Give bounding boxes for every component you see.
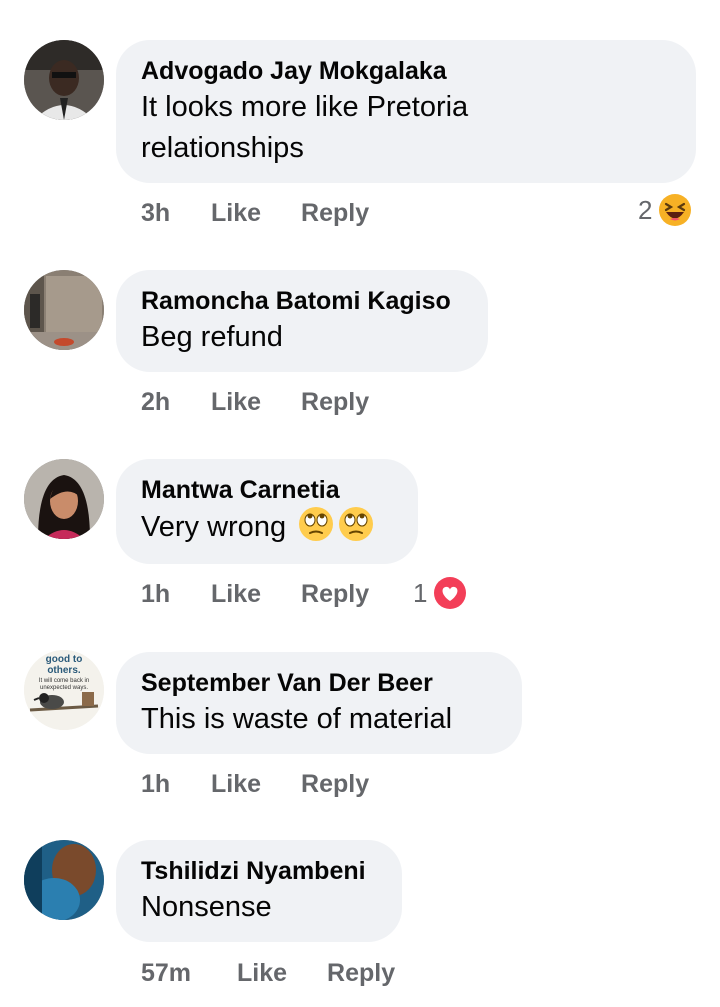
comment-text-line: It looks more like Pretoria — [141, 91, 469, 123]
timestamp[interactable]: 2h — [141, 388, 211, 417]
commenter-name[interactable]: Advogado Jay Mokgalaka — [141, 56, 672, 86]
timestamp[interactable]: 3h — [141, 199, 211, 228]
avatar-caption: others. — [47, 665, 81, 676]
reaction-summary[interactable]: 1 — [413, 576, 467, 610]
avatar-photo — [24, 840, 104, 920]
reaction-count: 1 — [413, 577, 428, 608]
love-heart-icon — [434, 577, 467, 609]
reply-button[interactable]: Reply — [301, 388, 369, 417]
avatar-caption: good to — [46, 654, 83, 665]
timestamp[interactable]: 1h — [141, 770, 211, 799]
commenter-name[interactable]: Mantwa Carnetia — [141, 475, 394, 505]
avatar-photo — [24, 40, 104, 120]
like-button[interactable]: Like — [211, 770, 261, 799]
comment-bubble: Tshilidzi Nyambeni Nonsense — [116, 840, 402, 942]
commenter-name[interactable]: Tshilidzi Nyambeni — [141, 856, 378, 886]
avatar[interactable] — [24, 459, 104, 539]
like-button[interactable]: Like — [211, 388, 261, 417]
avatar-photo — [24, 270, 104, 350]
comment-actions: 57m Like Reply — [141, 956, 395, 990]
avatar[interactable] — [24, 270, 104, 350]
avatar-photo — [24, 459, 104, 539]
eye-roll-emoji — [299, 507, 334, 541]
avatar-caption: It will come back in — [39, 678, 89, 684]
commenter-name[interactable]: Ramoncha Batomi Kagiso — [141, 286, 464, 316]
reply-button[interactable]: Reply — [301, 770, 369, 799]
timestamp[interactable]: 57m — [141, 959, 237, 988]
comment-actions: 1h Like Reply — [141, 767, 369, 801]
timestamp[interactable]: 1h — [141, 580, 211, 609]
avatar[interactable]: good to others. It will come back in une… — [24, 650, 104, 730]
comment-bubble: Mantwa Carnetia Very wrong — [116, 459, 418, 564]
reply-button[interactable]: Reply — [301, 580, 369, 609]
commenter-name[interactable]: September Van Der Beer — [141, 668, 498, 698]
avatar[interactable] — [24, 40, 104, 120]
avatar-caption: unexpected ways. — [40, 685, 88, 691]
comment-bubble: September Van Der Beer This is waste of … — [116, 652, 522, 754]
avatar[interactable] — [24, 840, 104, 920]
reaction-summary[interactable]: 2 — [638, 193, 692, 227]
comment-text: Very wrong — [141, 506, 394, 548]
comment-text: Nonsense — [141, 891, 272, 923]
comment-actions: 3h Like Reply — [141, 196, 369, 230]
comment-text-line: relationships — [141, 132, 304, 164]
like-button[interactable]: Like — [237, 959, 287, 988]
like-button[interactable]: Like — [211, 199, 261, 228]
comment-text: This is waste of material — [141, 703, 453, 735]
reaction-count: 2 — [638, 194, 653, 225]
laughing-face-icon — [659, 194, 692, 226]
avatar-photo: good to others. It will come back in une… — [24, 650, 104, 730]
like-button[interactable]: Like — [211, 580, 261, 609]
comment-actions: 2h Like Reply — [141, 385, 369, 419]
comment-text-content: Very wrong — [141, 511, 287, 543]
comment-bubble: Ramoncha Batomi Kagiso Beg refund — [116, 270, 488, 372]
eye-roll-emoji — [339, 507, 374, 541]
comment-text: Beg refund — [141, 321, 283, 353]
reply-button[interactable]: Reply — [301, 199, 369, 228]
comment-actions: 1h Like Reply — [141, 577, 369, 611]
comment-bubble: Advogado Jay Mokgalaka It looks more lik… — [116, 40, 696, 183]
comment-text: It looks more like Pretoria relationship… — [141, 87, 672, 169]
reply-button[interactable]: Reply — [327, 959, 395, 988]
